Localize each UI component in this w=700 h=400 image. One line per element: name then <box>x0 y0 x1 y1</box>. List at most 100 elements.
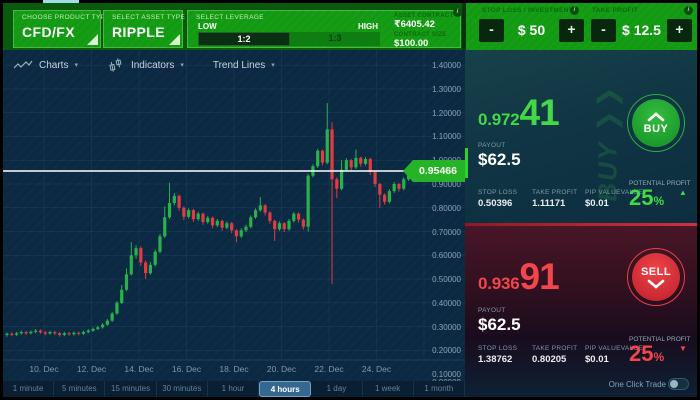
buy-payout-value: $62.5 <box>478 150 521 170</box>
stop-loss-investment-label: STOP LOSS / INVESTMENT <box>482 7 573 14</box>
info-icon[interactable]: i <box>684 6 693 15</box>
asset-contract-value: ₹6405.42 <box>394 20 460 30</box>
sell-take-profit-value: 0.80205 <box>532 354 566 365</box>
sell-potential-profit-value: 25% <box>629 341 664 367</box>
trend-lines-menu-label: Trend Lines <box>213 60 265 71</box>
candlestick-icon <box>106 56 127 73</box>
buy-price-small: 0.972 <box>478 110 520 130</box>
charts-menu-label: Charts <box>39 60 68 71</box>
chevron-up-icon <box>647 112 665 122</box>
indicators-menu-label: Indicators <box>131 60 174 71</box>
sell-potential-profit-number: 25 <box>629 341 653 366</box>
sell-button-label: SELL <box>641 266 671 278</box>
investment-decrease-button[interactable]: - <box>479 19 504 42</box>
asset-type-label: SELECT ASSET TYPE <box>112 14 185 21</box>
investment-increase-button[interactable]: + <box>559 19 584 42</box>
current-price-tag: 0.95466 <box>403 160 465 182</box>
timeframe-1-day[interactable]: 1 day <box>311 381 362 397</box>
price-level-strip <box>465 148 468 178</box>
info-icon[interactable]: i <box>453 8 462 17</box>
asset-type-dropdown[interactable]: SELECT ASSET TYPE RIPPLE <box>103 10 183 48</box>
sell-price-big: 91 <box>520 262 559 292</box>
contract-size-value: $100.00 <box>394 39 460 49</box>
leverage-label: SELECT LEVERAGE <box>196 14 264 21</box>
trading-app-window: CHOOSE PRODUCT TYPE CFD/FX SELECT ASSET … <box>0 0 700 400</box>
dropdown-corner-icon <box>169 34 180 45</box>
chevron-down-icon: ▾ <box>74 61 78 69</box>
timeframe-1-month[interactable]: 1 month <box>414 381 465 397</box>
info-icon[interactable]: i <box>570 6 579 15</box>
trend-lines-menu[interactable]: Trend Lines ▾ <box>213 60 275 71</box>
toggle-knob <box>670 380 678 388</box>
date-tick-label: 18. Dec <box>219 364 248 374</box>
price-tick-label: 0.30000 <box>432 323 461 332</box>
sell-stop-loss-label: STOP LOSS <box>478 345 517 352</box>
date-tick-label: 14. Dec <box>124 364 153 374</box>
line-chart-icon <box>13 59 33 71</box>
leverage-panel: SELECT LEVERAGE LOW HIGH 1:2 1:3 ASSET C… <box>187 10 461 48</box>
buy-payout-label: PAYOUT <box>478 142 506 149</box>
take-profit-increase-button[interactable]: + <box>667 19 692 42</box>
price-tick-label: 0.70000 <box>432 228 461 237</box>
buy-take-profit-value: 1.11171 <box>532 198 565 209</box>
investment-value: $ 50 <box>506 22 557 38</box>
sell-payout-label: PAYOUT <box>478 307 506 314</box>
buy-potential-profit-value: 25% <box>629 185 664 211</box>
price-tick-label: 1.40000 <box>432 61 461 70</box>
one-click-trade-toggle[interactable] <box>668 378 689 390</box>
buy-price-big: 41 <box>520 98 559 128</box>
buy-stop-loss-label: STOP LOSS <box>478 189 517 196</box>
chevron-down-icon: ▾ <box>271 61 275 69</box>
timeframe-15-minutes[interactable]: 15 minutes <box>105 381 156 397</box>
take-profit-value: $ 12.5 <box>618 22 665 38</box>
candlestick-chart <box>3 50 465 397</box>
sell-price: 0.93691 <box>478 262 559 294</box>
buy-potential-profit-number: 25 <box>629 185 653 210</box>
timeframe-30-minutes[interactable]: 30 minutes <box>157 381 208 397</box>
leverage-high-label: HIGH <box>358 22 378 31</box>
price-tick-label: 1.10000 <box>432 132 461 141</box>
chart-toolbar: Charts ▾ Indicators ▾ Trend Lines ▾ <box>13 56 297 74</box>
price-tick-label: 0.80000 <box>432 204 461 213</box>
timeframe-1-week[interactable]: 1 week <box>363 381 414 397</box>
sell-stop-loss-value: 1.38762 <box>478 354 512 365</box>
timeframe-5-minutes[interactable]: 5 minutes <box>54 381 105 397</box>
percent-sign: % <box>653 350 664 364</box>
timeframe-bar: 1 minute5 minutes15 minutes30 minutes1 h… <box>3 381 465 397</box>
product-type-value: CFD/FX <box>22 24 75 40</box>
top-accent-bar <box>43 0 79 3</box>
take-profit-label: TAKE PROFIT <box>592 7 638 14</box>
triangle-down-icon: ▼ <box>679 344 687 353</box>
order-settings-panel: STOP LOSS / INVESTMENT i - $ 50 + TAKE P… <box>466 3 697 50</box>
buy-take-profit-label: TAKE PROFIT <box>532 189 577 196</box>
leverage-low-label: LOW <box>198 22 217 31</box>
sell-button[interactable]: SELL <box>627 248 685 306</box>
asset-type-value: RIPPLE <box>112 24 165 40</box>
chart-area: Charts ▾ Indicators ▾ Trend Lines ▾ 1.40… <box>3 50 465 397</box>
triangle-up-icon: ▲ <box>679 188 687 197</box>
buy-button[interactable]: BUY <box>627 94 685 152</box>
leverage-option-1-2[interactable]: 1:2 <box>198 32 290 46</box>
take-profit-decrease-button[interactable]: - <box>591 19 616 42</box>
charts-menu[interactable]: Charts ▾ <box>13 59 78 71</box>
trade-panel: BUY ❯❯ 0.97241 BUY PAYOUT $62.5 STOP LOS… <box>465 50 697 397</box>
date-tick-label: 10. Dec <box>29 364 58 374</box>
indicators-menu[interactable]: Indicators ▾ <box>107 58 184 72</box>
date-tick-label: 16. Dec <box>172 364 201 374</box>
chevron-down-icon: ▾ <box>180 61 184 69</box>
sell-payout-value: $62.5 <box>478 315 521 335</box>
sell-pip-value: $0.01 <box>585 354 609 365</box>
timeframe-1-minute[interactable]: 1 minute <box>3 381 54 397</box>
contract-info: ASSET CONTRACT ₹6405.42 CONTRACT SIZE $1… <box>394 13 460 49</box>
sell-price-small: 0.936 <box>478 274 520 294</box>
leverage-option-1-3[interactable]: 1:3 <box>290 32 380 46</box>
date-tick-label: 12. Dec <box>77 364 106 374</box>
timeframe-1-hour[interactable]: 1 hour <box>208 381 259 397</box>
timeframe-4-hours[interactable]: 4 hours <box>259 381 311 397</box>
product-type-dropdown[interactable]: CHOOSE PRODUCT TYPE CFD/FX <box>13 10 101 48</box>
price-tick-label: 0.60000 <box>432 251 461 260</box>
dropdown-corner-icon <box>87 34 98 45</box>
buy-price: 0.97241 <box>478 98 559 130</box>
one-click-trade-label: One Click Trade <box>609 380 666 389</box>
price-tick-label: 0.50000 <box>432 275 461 284</box>
